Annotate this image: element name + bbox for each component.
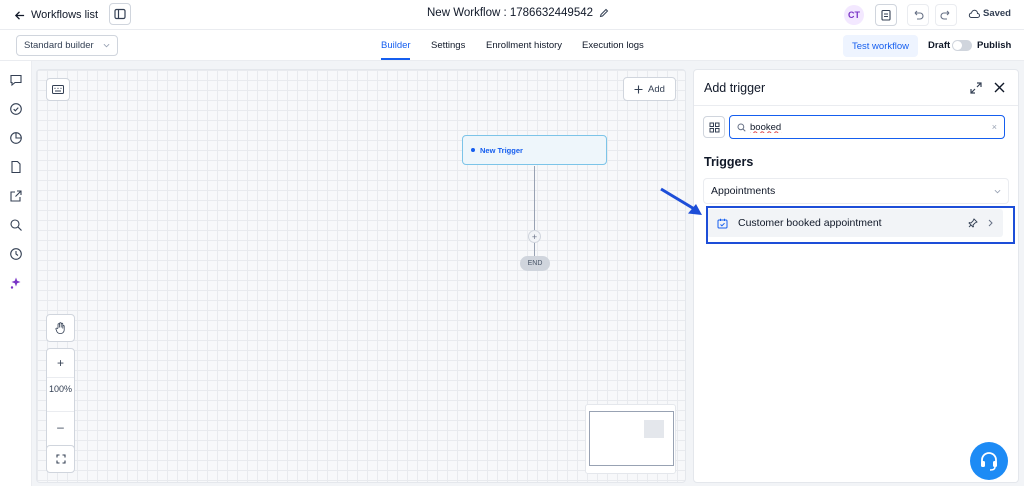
clipboard-icon [881,9,891,21]
end-node: END [520,256,550,271]
trigger-node-label: New Trigger [480,145,523,155]
workflow-canvas[interactable]: Add New Trigger + END + 100% – [36,69,686,483]
tab-settings[interactable]: Settings [431,40,465,51]
pan-hand-button[interactable] [46,314,75,342]
close-icon[interactable] [994,82,1005,93]
grid-icon [709,122,719,132]
back-label: Workflows list [31,9,99,21]
external-link-icon[interactable] [9,189,23,203]
chat-icon[interactable] [9,73,23,87]
chevron-down-icon [994,189,1001,193]
trigger-group-label: Appointments [711,185,776,197]
sidebar-toggle-button[interactable] [109,3,131,25]
expand-icon[interactable] [970,82,982,94]
trigger-status-dot [471,148,475,152]
node-connector-line [534,166,535,257]
draft-label: Draft [928,40,951,51]
check-circle-icon[interactable] [9,102,23,116]
workflow-title[interactable]: New Workflow : 1786632449542 [427,7,609,19]
panel-title: Add trigger [704,81,766,95]
annotation-arrow-icon [660,187,702,215]
keyboard-shortcuts-button[interactable] [46,78,70,101]
save-status: Saved [968,8,1011,19]
redo-button[interactable] [935,4,957,26]
chevron-down-icon [103,43,110,48]
add-step-button[interactable]: Add [623,77,676,101]
zoom-divider [47,377,74,378]
document-icon[interactable] [9,160,23,174]
arrow-left-icon [14,10,25,20]
pie-chart-icon[interactable] [9,131,23,145]
workflow-notes-button[interactable] [875,4,897,26]
tab-execution-logs[interactable]: Execution logs [582,40,644,51]
test-workflow-button[interactable]: Test workflow [843,35,918,57]
ai-sparkle-icon[interactable] [9,276,23,290]
top-bar: Workflows list New Workflow : 1786632449… [0,0,1024,30]
zoom-out-button[interactable]: – [47,412,74,442]
annotation-highlight-box [706,206,1015,244]
add-trigger-panel: Add trigger × Triggers Appointments Cust… [693,69,1019,483]
add-action-plus-button[interactable]: + [528,230,541,243]
fit-screen-icon [55,454,66,464]
panel-divider [694,105,1018,106]
triggers-heading: Triggers [704,155,754,169]
zoom-in-button[interactable]: + [47,349,74,377]
active-tab-indicator [381,58,410,60]
canvas-minimap[interactable] [585,404,676,474]
trigger-search-input[interactable] [750,121,970,133]
redo-icon [940,10,950,20]
trigger-group-appointments[interactable]: Appointments [703,178,1009,204]
minimap-node [644,420,664,438]
publish-toggle[interactable] [952,40,972,51]
trigger-node[interactable]: New Trigger [462,135,607,165]
headset-icon [981,452,997,471]
trigger-search-box[interactable]: × [729,115,1005,139]
zoom-level: 100% [48,384,73,394]
workflow-title-text: New Workflow : 1786632449542 [427,7,594,19]
edit-pencil-icon[interactable] [599,8,609,18]
search-icon[interactable] [9,218,23,232]
hand-icon [55,322,65,334]
publish-label: Publish [977,40,1012,51]
back-to-workflows-link[interactable]: Workflows list [14,6,98,24]
workflow-subbar: Standard builder Builder Settings Enroll… [0,30,1024,61]
keyboard-icon [52,85,64,94]
undo-icon [914,10,924,20]
tab-builder[interactable]: Builder [381,40,411,51]
search-icon [737,122,746,132]
left-nav-rail [0,61,32,486]
add-button-label: Add [648,83,665,95]
saved-label: Saved [983,8,1011,19]
plus-icon [634,85,643,93]
fit-view-button[interactable] [46,445,75,473]
user-avatar[interactable]: CT [844,5,864,25]
undo-button[interactable] [907,4,929,26]
clear-search-icon[interactable]: × [992,122,997,132]
help-support-button[interactable] [970,442,1008,480]
history-icon[interactable] [9,247,23,261]
sidebar-panel-icon [114,8,126,20]
category-view-button[interactable] [703,116,725,138]
cloud-check-icon [968,9,980,18]
builder-select-value: Standard builder [24,40,94,51]
tab-enrollment-history[interactable]: Enrollment history [486,40,562,51]
builder-type-select[interactable]: Standard builder [16,35,118,56]
